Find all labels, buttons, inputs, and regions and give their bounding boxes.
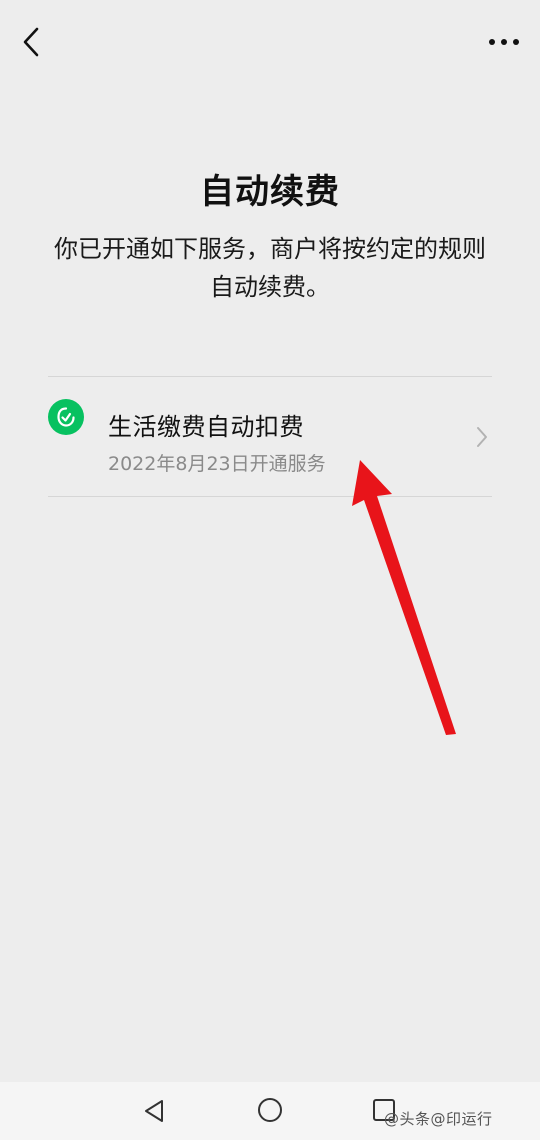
chevron-right-icon — [477, 427, 487, 447]
top-bar — [0, 0, 540, 84]
nav-home-button[interactable] — [255, 1095, 285, 1125]
triangle-back-icon — [145, 1100, 163, 1122]
back-button[interactable] — [14, 24, 50, 60]
chevron-left-icon — [23, 27, 39, 57]
more-options-button[interactable] — [486, 28, 522, 56]
page-description: 你已开通如下服务，商户将按约定的规则自动续费。 — [54, 235, 486, 301]
watermark-text: @头条@印运行 — [384, 1110, 493, 1128]
more-dots-icon — [489, 39, 519, 45]
page-title: 自动续费 — [200, 172, 340, 212]
circle-home-icon — [258, 1098, 282, 1122]
service-name: 生活缴费自动扣费 — [108, 413, 304, 441]
nav-back-button[interactable] — [140, 1096, 170, 1126]
wechat-pay-green-icon — [48, 399, 84, 435]
service-start-date: 2022年8月23日开通服务 — [108, 453, 326, 475]
divider — [48, 496, 492, 497]
service-item-life-payment[interactable]: 生活缴费自动扣费 2022年8月23日开通服务 — [48, 377, 492, 496]
